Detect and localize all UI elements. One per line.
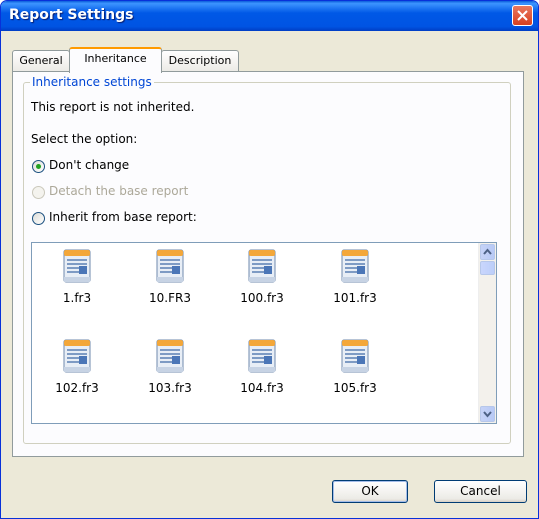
file-name: 1.fr3 [62, 291, 92, 305]
window-title: Report Settings [9, 7, 134, 23]
report-file-icon [156, 249, 184, 283]
file-item[interactable]: 10.FR3 [125, 245, 215, 321]
close-button[interactable] [512, 5, 533, 26]
file-name: 105.fr3 [333, 381, 377, 395]
file-name: 102.fr3 [55, 381, 99, 395]
file-name: 100.fr3 [240, 291, 284, 305]
file-item[interactable]: 1.fr3 [32, 245, 122, 321]
tab-inheritance[interactable]: Inheritance [69, 47, 162, 73]
dialog-body: General Inheritance Description Inherita… [4, 31, 535, 515]
report-file-icon [63, 339, 91, 373]
file-item[interactable]: 101.fr3 [310, 245, 400, 321]
file-name: 101.fr3 [333, 291, 377, 305]
report-file-icon [248, 339, 276, 373]
option-dont-change-label[interactable]: Don't change [49, 158, 129, 172]
file-name: 103.fr3 [148, 381, 192, 395]
report-file-icon [63, 249, 91, 283]
radio-inherit-base[interactable] [32, 212, 45, 225]
chevron-up-icon [483, 248, 492, 255]
group-title: Inheritance settings [30, 75, 154, 89]
inheritance-status: This report is not inherited. [31, 100, 195, 114]
radio-dont-change[interactable] [32, 160, 45, 173]
report-settings-dialog: Report Settings General Inheritance Desc… [0, 0, 539, 519]
file-item[interactable]: 105.fr3 [310, 335, 400, 411]
scroll-up-button[interactable] [480, 244, 495, 260]
file-item[interactable]: 102.fr3 [32, 335, 122, 411]
scroll-thumb[interactable] [480, 261, 495, 275]
radio-detach-base [32, 186, 45, 199]
file-name: 104.fr3 [240, 381, 284, 395]
report-file-icon [341, 249, 369, 283]
file-item[interactable]: 103.fr3 [125, 335, 215, 411]
file-item[interactable]: 104.fr3 [217, 335, 307, 411]
option-detach-base-label: Detach the base report [49, 184, 189, 198]
report-file-icon [341, 339, 369, 373]
ok-button[interactable]: OK [332, 480, 408, 503]
option-inherit-base-label[interactable]: Inherit from base report: [49, 210, 197, 224]
close-icon [517, 10, 528, 21]
chevron-down-icon [483, 411, 492, 418]
tab-panel-inheritance: Inheritance settings This report is not … [12, 71, 524, 457]
base-report-list[interactable]: 1.fr3 10.FR3 100.fr3 101.fr3 102.fr3 103.fr3 1… [31, 242, 497, 424]
report-file-icon [156, 339, 184, 373]
vertical-scrollbar[interactable] [478, 243, 496, 423]
select-option-label: Select the option: [31, 132, 138, 146]
title-bar[interactable]: Report Settings [1, 1, 538, 31]
file-item[interactable]: 100.fr3 [217, 245, 307, 321]
file-name: 10.FR3 [149, 291, 191, 305]
cancel-button[interactable]: Cancel [434, 480, 527, 503]
scroll-down-button[interactable] [480, 406, 495, 422]
tab-general[interactable]: General [12, 50, 70, 71]
report-file-icon [248, 249, 276, 283]
tab-description[interactable]: Description [161, 50, 239, 71]
